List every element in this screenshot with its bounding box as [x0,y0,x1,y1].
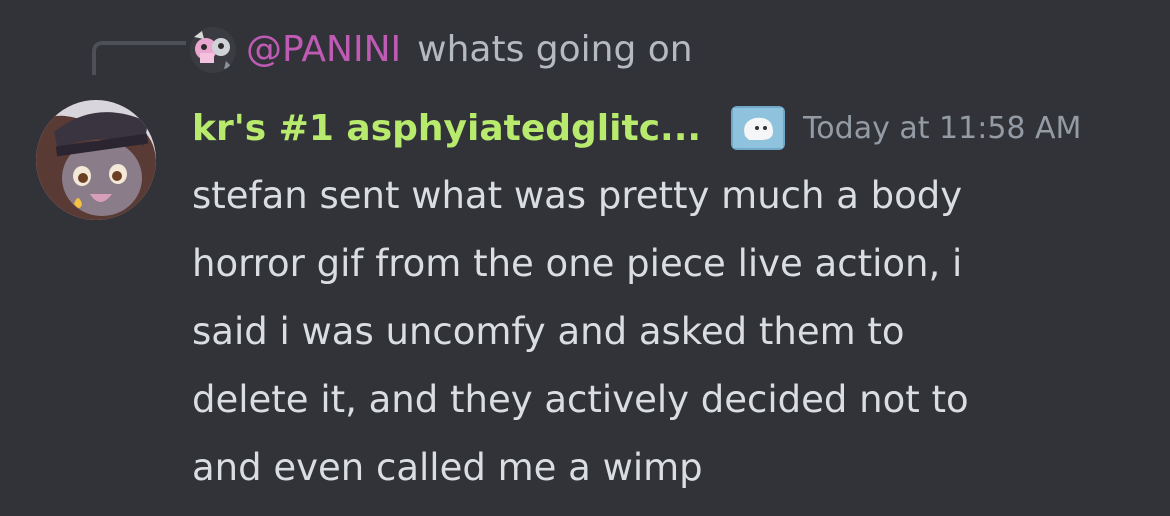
reply-connector-line [92,41,186,75]
message-content: stefan sent what was pretty much a body … [192,162,1142,502]
chat-message: @PANINI whats going on kr's #1 asphyiate… [0,0,1170,516]
message-line: horror gif from the one piece live actio… [192,242,963,285]
reply-author-avatar-icon[interactable] [190,27,236,73]
user-avatar-icon[interactable] [36,100,156,220]
message-line: and even called me a wimp [192,446,703,489]
reply-message-text[interactable]: whats going on [417,26,692,74]
timestamp: Today at 11:58 AM [803,110,1082,146]
message-line: delete it, and they actively decided not… [192,378,969,421]
message-line: said i was uncomfy and asked them to [192,310,905,353]
reply-preview[interactable]: @PANINI whats going on [190,26,693,74]
role-icon[interactable] [731,106,786,150]
username[interactable]: kr's #1 asphyiatedglitc... [192,108,701,149]
reply-author-name[interactable]: @PANINI [246,26,401,74]
message-header: kr's #1 asphyiatedglitc... Today at 11:5… [192,100,1081,156]
message-line: stefan sent what was pretty much a body [192,174,963,217]
